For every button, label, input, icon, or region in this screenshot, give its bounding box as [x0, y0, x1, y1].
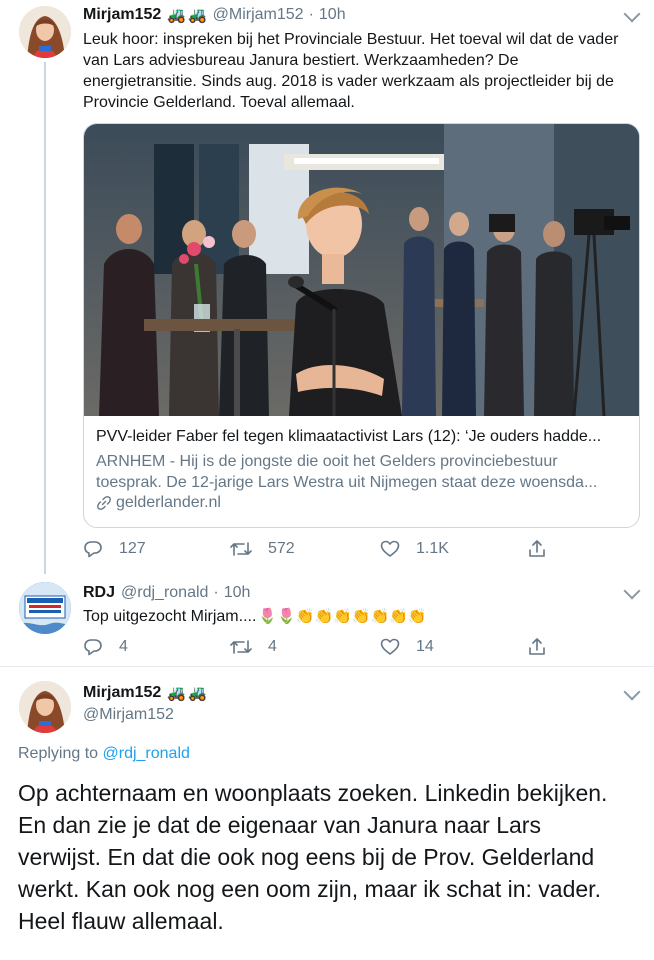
card-domain[interactable]: gelderlander.nl: [96, 494, 221, 512]
card-domain-text: gelderlander.nl: [116, 494, 221, 511]
replying-to-link[interactable]: @rdj_ronald: [103, 745, 190, 762]
display-name[interactable]: RDJ: [83, 584, 115, 602]
retweet-button[interactable]: 4: [230, 637, 277, 657]
reply-count: 127: [119, 540, 146, 557]
divider: [0, 666, 654, 667]
reply-count: 4: [119, 638, 128, 655]
like-button[interactable]: 1.1K: [380, 539, 449, 559]
chevron-down-icon[interactable]: [623, 582, 641, 600]
avatar[interactable]: [19, 582, 71, 634]
separator: ·: [308, 6, 314, 23]
display-name[interactable]: Mirjam152: [83, 684, 161, 702]
retweet-count: 572: [268, 540, 295, 557]
timestamp[interactable]: 10h: [224, 584, 251, 602]
card-description: ARNHEM - Hij is de jongste die ooit het …: [96, 453, 598, 491]
tweet-text-body: Top uitgezocht Mirjam....: [83, 608, 257, 625]
clapping-hands-emoji: 👏: [295, 608, 315, 625]
heart-icon: [380, 638, 400, 655]
share-button[interactable]: [527, 539, 563, 559]
tweet-header: RDJ @rdj_ronald · 10h: [83, 584, 250, 602]
handle[interactable]: @rdj_ronald: [121, 584, 208, 602]
chevron-down-icon[interactable]: [623, 683, 641, 701]
heart-icon: [380, 540, 400, 557]
retweet-icon: [230, 542, 252, 556]
card-image: [84, 124, 639, 416]
link-icon: [96, 495, 112, 511]
separator: ·: [213, 584, 219, 601]
tweet-text: Top uitgezocht Mirjam.... 🌷 🌷 👏 👏 👏 👏 👏 👏 👏: [83, 606, 427, 627]
retweet-button[interactable]: 572: [230, 539, 295, 559]
clapping-hands-emoji: 👏: [407, 608, 427, 625]
reply-button[interactable]: 4: [83, 637, 128, 657]
link-card[interactable]: PVV-leider Faber fel tegen klimaatactivi…: [83, 123, 640, 528]
replying-to: Replying to @rdj_ronald: [18, 745, 190, 763]
handle[interactable]: @Mirjam152: [213, 6, 304, 24]
tractor-icon: 🚜: [187, 685, 207, 702]
like-button[interactable]: 14: [380, 637, 434, 657]
retweet-count: 4: [268, 638, 277, 655]
focused-tweet-text: Op achternaam en woonplaats zoeken. Link…: [18, 780, 608, 934]
tractor-icon: 🚜: [187, 7, 207, 24]
clapping-hands-emoji: 👏: [370, 608, 390, 625]
reply-icon: [84, 639, 102, 656]
tractor-icon: 🚜: [167, 7, 186, 24]
share-button[interactable]: [527, 637, 563, 657]
replying-to-prefix: Replying to: [18, 745, 103, 762]
emoji-row: 🌷 🌷 👏 👏 👏 👏 👏 👏 👏: [258, 606, 426, 627]
tulip-emoji: 🌷: [258, 608, 278, 625]
clapping-hands-emoji: 👏: [333, 608, 352, 625]
handle[interactable]: @Mirjam152: [83, 706, 174, 724]
avatar[interactable]: [19, 681, 71, 733]
like-count: 14: [416, 638, 434, 655]
tweet-header: Mirjam152 🚜 🚜 @Mirjam152 · 10h: [83, 6, 346, 24]
tulip-emoji: 🌷: [277, 608, 296, 625]
clapping-hands-emoji: 👏: [314, 608, 334, 625]
retweet-icon: [230, 640, 252, 654]
like-count: 1.1K: [416, 540, 449, 557]
tweet-header: Mirjam152 🚜 🚜: [83, 684, 207, 702]
tractor-icon: 🚜: [167, 685, 186, 702]
reply-button[interactable]: 127: [83, 539, 146, 559]
clapping-hands-emoji: 👏: [389, 608, 408, 625]
avatar[interactable]: [19, 6, 71, 58]
share-icon: [529, 540, 545, 557]
share-icon: [529, 638, 545, 655]
timestamp[interactable]: 10h: [319, 6, 346, 24]
clapping-hands-emoji: 👏: [351, 608, 371, 625]
tweet-text: Leuk hoor: inspreken bij het Provinciale…: [83, 31, 619, 111]
card-title[interactable]: PVV-leider Faber fel tegen klimaatactivi…: [96, 428, 601, 446]
display-name[interactable]: Mirjam152: [83, 6, 161, 24]
thread-line: [44, 62, 46, 574]
reply-icon: [84, 541, 102, 558]
chevron-down-icon[interactable]: [623, 5, 641, 23]
